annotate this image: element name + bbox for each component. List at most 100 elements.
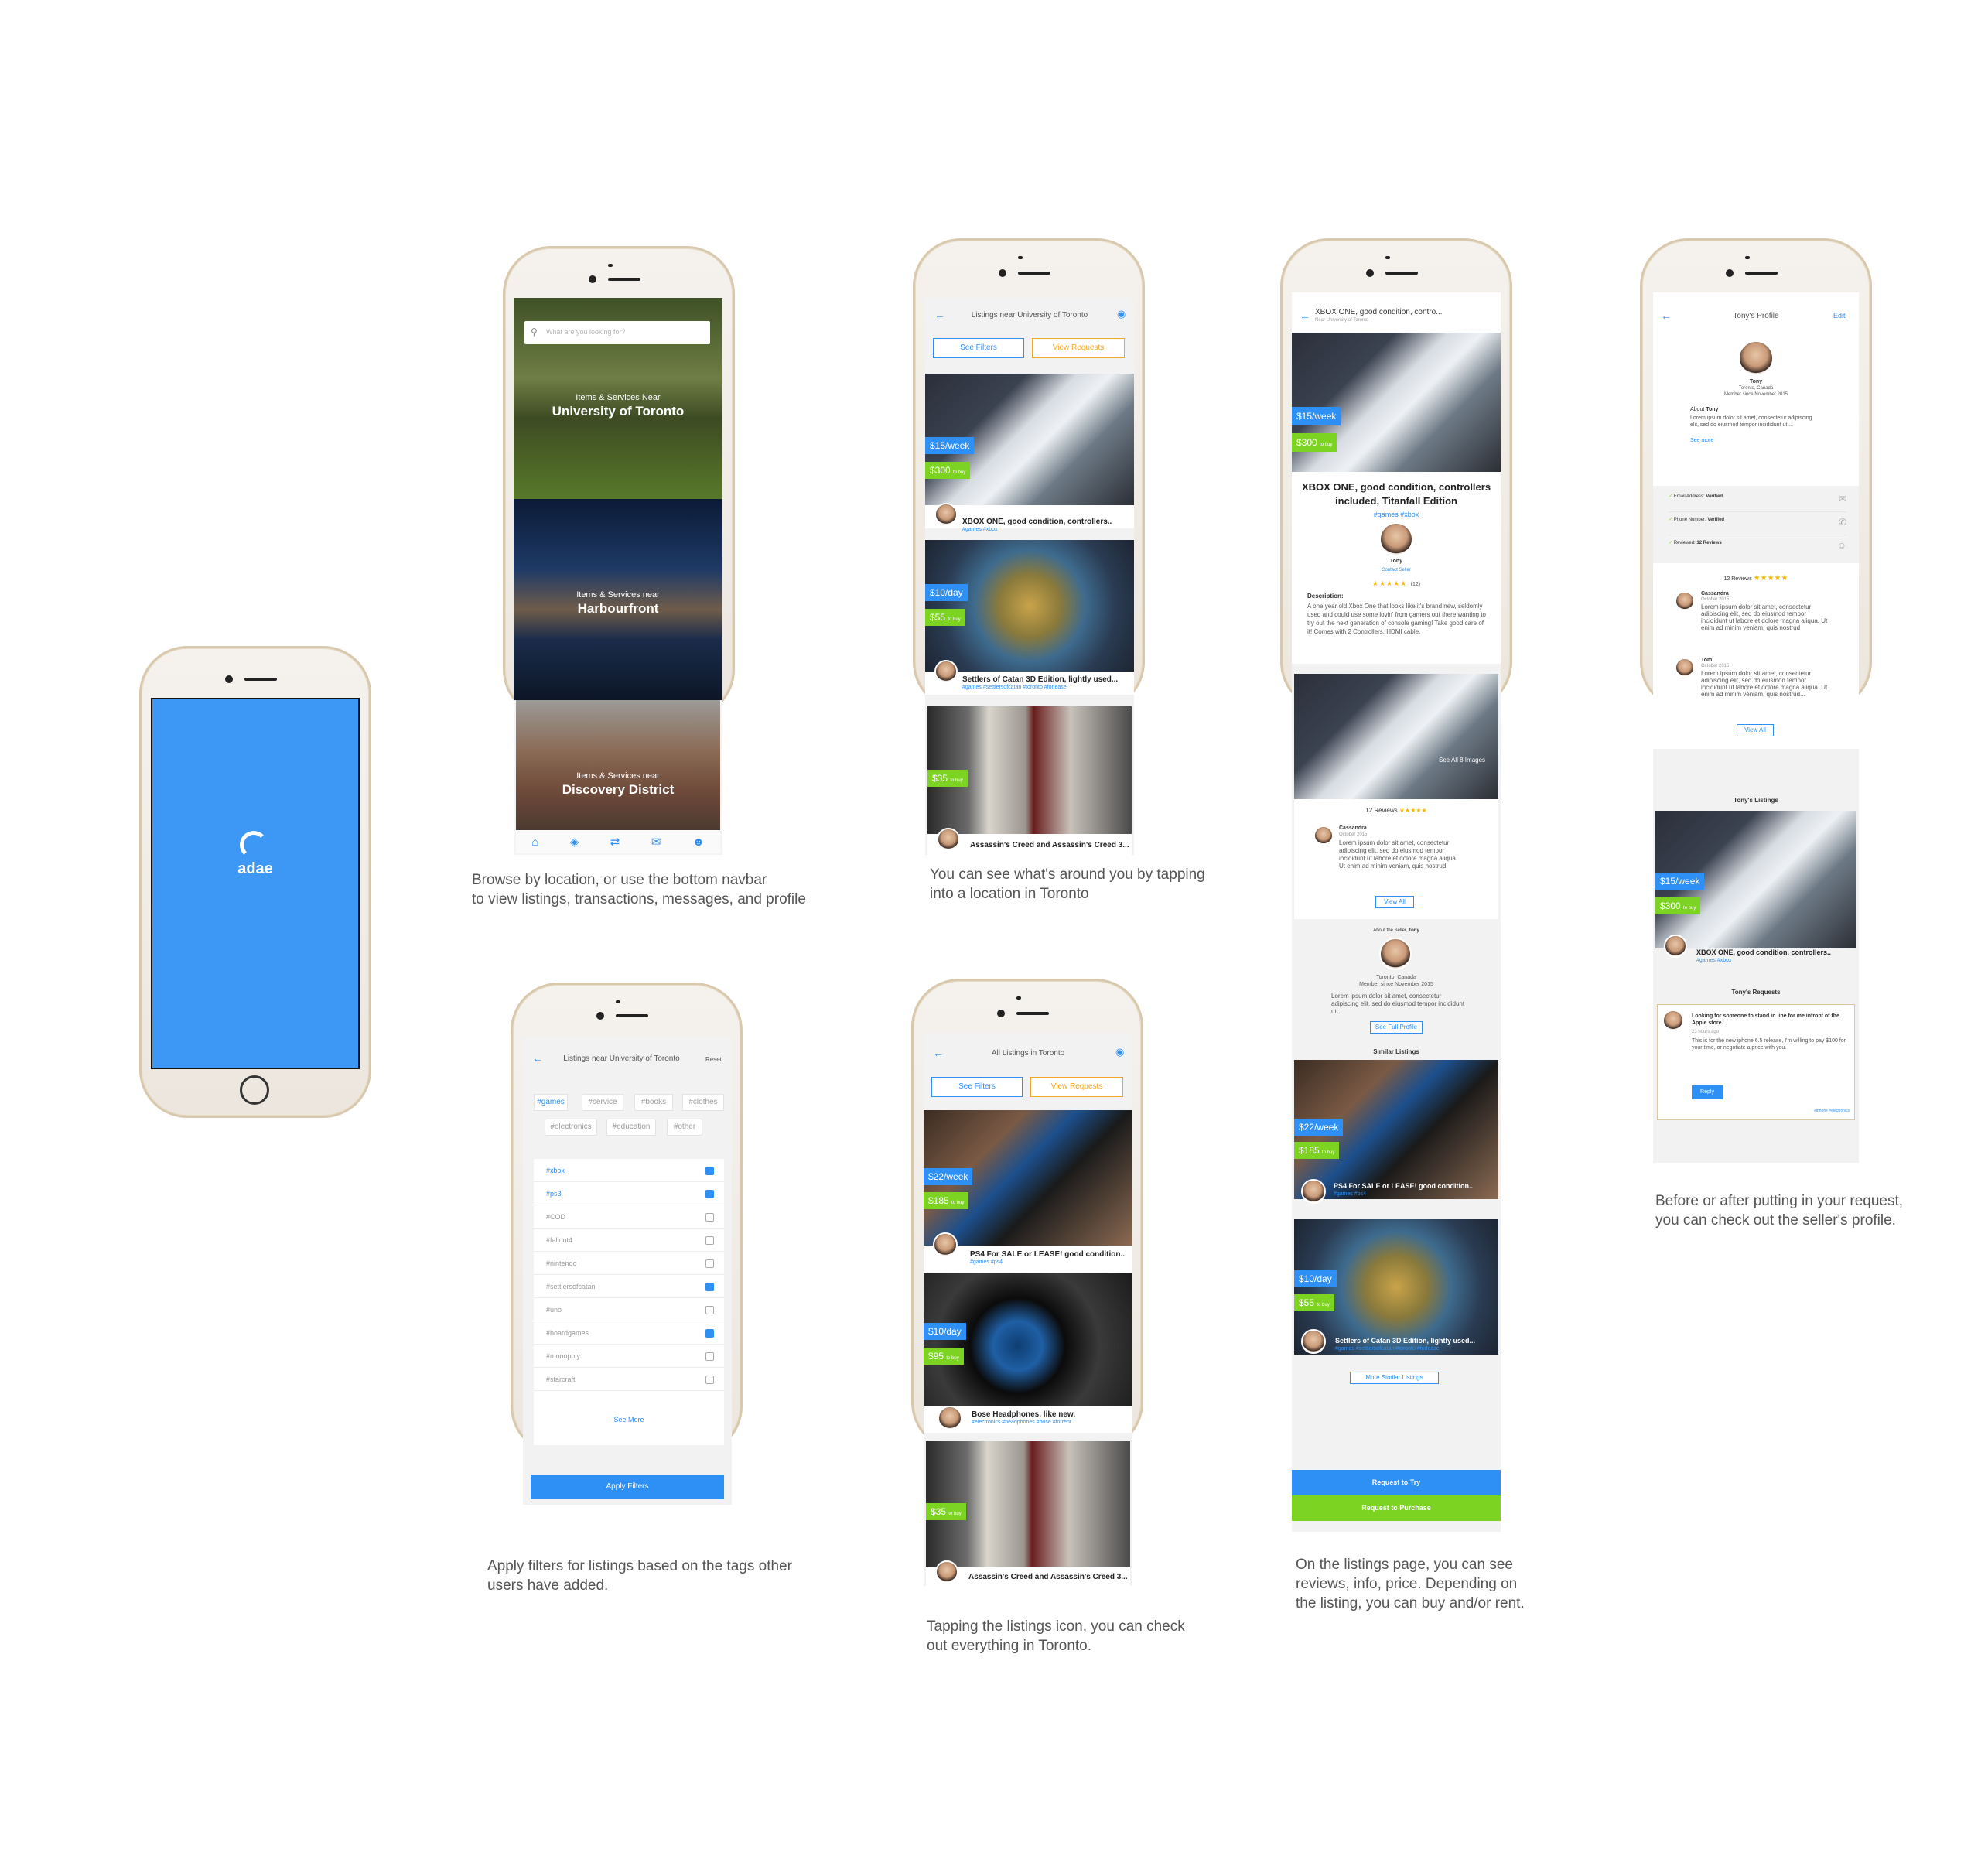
location-card-discovery[interactable]: Items & Services near Discovery District bbox=[516, 700, 720, 830]
reply-button[interactable]: Reply bbox=[1692, 1085, 1723, 1099]
listing-gallery-image[interactable] bbox=[1294, 674, 1498, 799]
request-card[interactable]: Looking for someone to stand in line for… bbox=[1657, 1004, 1855, 1120]
apply-filters-button[interactable]: Apply Filters bbox=[531, 1475, 724, 1499]
rating-row: ★★★★★ (12) bbox=[1371, 579, 1421, 587]
back-arrow-icon[interactable]: ← bbox=[933, 1047, 944, 1059]
listing-title: XBOX ONE, good condition, controllers.. bbox=[962, 518, 1112, 526]
view-all-reviews-button[interactable]: View All bbox=[1375, 896, 1414, 908]
more-similar-listings-button[interactable]: More Similar Listings bbox=[1350, 1372, 1439, 1384]
home-icon[interactable]: ⌂ bbox=[531, 836, 538, 849]
review-text: Lorem ipsum dolor sit amet, consectetur … bbox=[1701, 603, 1828, 631]
location-prefix: Items & Services Near bbox=[576, 393, 661, 402]
filter-option[interactable]: #uno bbox=[534, 1298, 724, 1321]
filter-option[interactable]: #fallout4 bbox=[534, 1229, 724, 1252]
location-name: Discovery District bbox=[562, 782, 675, 797]
tag-icon[interactable]: ◈ bbox=[570, 835, 579, 849]
about-seller-section: About the Seller, Tony Toronto, Canada M… bbox=[1294, 919, 1498, 1043]
location-name: University of Toronto bbox=[552, 404, 685, 419]
edit-button[interactable]: Edit bbox=[1833, 312, 1846, 320]
tag-filter[interactable]: #games bbox=[534, 1094, 568, 1111]
location-card-harbourfront[interactable]: Items & Services near Harbourfront bbox=[514, 499, 722, 700]
description-text: A one year old Xbox One that looks like … bbox=[1307, 603, 1486, 635]
home-button[interactable] bbox=[240, 1075, 269, 1105]
request-to-try-button[interactable]: Request to Try bbox=[1292, 1470, 1501, 1495]
profile-header-card: ← Tony's Profile Edit Tony Toronto, Cana… bbox=[1653, 292, 1859, 486]
rent-price: $22/week bbox=[924, 1168, 973, 1185]
buy-price: $185 to buy bbox=[924, 1192, 969, 1209]
location-pin-icon[interactable]: ◉ bbox=[1117, 308, 1126, 320]
search-input[interactable]: What are you looking for? bbox=[546, 328, 626, 336]
contact-seller-link[interactable]: Contact Seller bbox=[1292, 568, 1501, 572]
star-rating-icon: ★★★★★ bbox=[1371, 579, 1408, 587]
filter-option[interactable]: #settlersofcatan bbox=[534, 1275, 724, 1298]
see-all-images-link[interactable]: See All 8 Images bbox=[1439, 757, 1485, 764]
checkbox[interactable] bbox=[705, 1352, 714, 1361]
see-filters-button[interactable]: See Filters bbox=[933, 338, 1024, 358]
checkbox[interactable] bbox=[705, 1190, 714, 1198]
see-full-profile-button[interactable]: See Full Profile bbox=[1370, 1021, 1423, 1034]
see-more-link[interactable]: See more bbox=[1690, 438, 1713, 443]
location-pin-icon[interactable]: ◉ bbox=[1115, 1046, 1124, 1058]
checkbox[interactable] bbox=[705, 1306, 714, 1314]
mail-icon[interactable]: ✉ bbox=[651, 835, 661, 849]
checkbox[interactable] bbox=[705, 1167, 714, 1175]
checkbox[interactable] bbox=[705, 1213, 714, 1222]
checkbox[interactable] bbox=[705, 1329, 714, 1338]
filter-option[interactable]: #ps3 bbox=[534, 1182, 724, 1205]
browse-screen: ⚲ What are you looking for? Items & Serv… bbox=[514, 298, 722, 855]
seller-avatar bbox=[933, 1232, 958, 1257]
see-more-link[interactable]: See More bbox=[534, 1416, 724, 1423]
requester-avatar bbox=[1662, 1010, 1684, 1031]
all-toronto-screen: ← All Listings in Toronto ◉ See Filters … bbox=[924, 1033, 1132, 1586]
tag-filter[interactable]: #electronics bbox=[545, 1119, 597, 1136]
location-card-uoft[interactable]: ⚲ What are you looking for? Items & Serv… bbox=[514, 298, 722, 499]
back-arrow-icon[interactable]: ← bbox=[934, 309, 945, 321]
listing-title: Settlers of Catan 3D Edition, lightly us… bbox=[962, 675, 1119, 684]
reviews-title: 12 Reviews ★★★★★ bbox=[1365, 807, 1427, 814]
filter-option[interactable]: #nintendo bbox=[534, 1252, 724, 1275]
view-all-reviews-button[interactable]: View All bbox=[1737, 724, 1774, 736]
app-logo: adae bbox=[237, 860, 273, 877]
request-to-purchase-button[interactable]: Request to Purchase bbox=[1292, 1495, 1501, 1521]
verif-row: ✓ Email Address: Verified ✉ bbox=[1669, 494, 1846, 512]
checkbox[interactable] bbox=[705, 1236, 714, 1245]
screen-subheader: Near University of Toronto bbox=[1315, 318, 1369, 323]
tag-filter[interactable]: #service bbox=[582, 1094, 623, 1111]
tag-filter[interactable]: #other bbox=[667, 1119, 702, 1136]
handshake-icon[interactable]: ⇄ bbox=[610, 835, 620, 849]
review-text: Lorem ipsum dolor sit amet, consectetur … bbox=[1701, 670, 1828, 698]
profile-icon[interactable]: ☻ bbox=[692, 836, 705, 849]
view-requests-button[interactable]: View Requests bbox=[1032, 338, 1125, 358]
checkbox[interactable] bbox=[705, 1376, 714, 1384]
view-requests-button[interactable]: View Requests bbox=[1030, 1077, 1123, 1097]
buy-price: $300 to buy bbox=[925, 462, 971, 479]
checkbox[interactable] bbox=[705, 1283, 714, 1291]
filter-option[interactable]: #starcraft bbox=[534, 1368, 724, 1391]
tag-filter[interactable]: #clothes bbox=[682, 1094, 724, 1111]
seller-location: Toronto, Canada bbox=[1376, 975, 1416, 980]
listing-image[interactable] bbox=[925, 540, 1134, 672]
reviewer-name: Cassandra bbox=[1339, 825, 1367, 831]
request-text: This is for the new iphone 6.5 release, … bbox=[1692, 1038, 1846, 1051]
listing-tags: #games #xbox bbox=[1373, 511, 1419, 518]
rent-price: $15/week bbox=[925, 437, 975, 454]
filter-option[interactable]: #xbox bbox=[534, 1159, 724, 1182]
description-label: Description: bbox=[1307, 593, 1344, 600]
review-text: Lorem ipsum dolor sit amet, consectetur … bbox=[1339, 839, 1457, 870]
filter-option[interactable]: #boardgames bbox=[534, 1321, 724, 1345]
reset-button[interactable]: Reset bbox=[705, 1056, 722, 1063]
rent-price: $15/week bbox=[1292, 407, 1341, 425]
reviewer-icon: ☺ bbox=[1836, 540, 1846, 551]
see-filters-button[interactable]: See Filters bbox=[931, 1077, 1023, 1097]
back-arrow-icon[interactable]: ← bbox=[1300, 309, 1310, 322]
filter-option[interactable]: #monopoly bbox=[534, 1345, 724, 1368]
back-arrow-icon[interactable]: ← bbox=[532, 1052, 543, 1065]
tag-filter[interactable]: #education bbox=[606, 1119, 656, 1136]
filter-option[interactable]: #COD bbox=[534, 1205, 724, 1229]
search-bar[interactable]: ⚲ What are you looking for? bbox=[524, 321, 710, 344]
checkbox[interactable] bbox=[705, 1259, 714, 1268]
tag-filter[interactable]: #books bbox=[634, 1094, 673, 1111]
adae-logo-icon bbox=[240, 831, 268, 859]
rent-price: $15/week bbox=[1655, 873, 1705, 890]
seller-avatar bbox=[934, 503, 958, 526]
